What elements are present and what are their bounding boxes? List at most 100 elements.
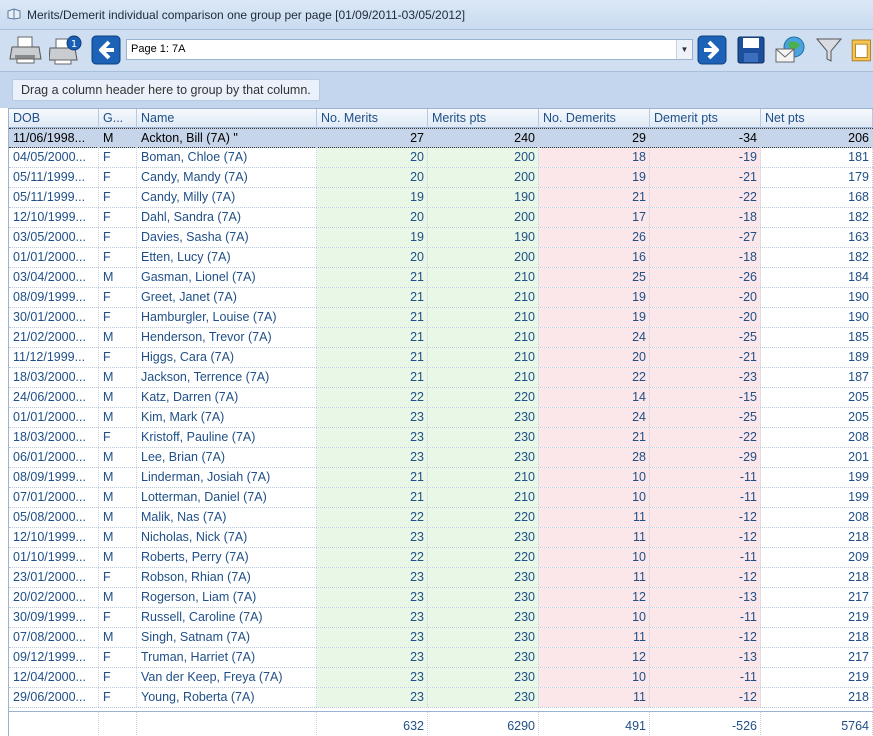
print-single-button[interactable]: 1: [48, 33, 84, 67]
cell-gender[interactable]: M: [99, 328, 137, 347]
cell-gender[interactable]: M: [99, 268, 137, 287]
cell-dob[interactable]: 24/06/2000...: [9, 388, 99, 407]
cell-gender[interactable]: M: [99, 548, 137, 567]
cell-dob[interactable]: 01/01/2000...: [9, 408, 99, 427]
cell-gender[interactable]: F: [99, 348, 137, 367]
cell-no-merits[interactable]: 19: [317, 188, 428, 207]
cell-net-pts[interactable]: 217: [761, 648, 873, 667]
cell-no-demerits[interactable]: 10: [539, 488, 650, 507]
cell-net-pts[interactable]: 190: [761, 288, 873, 307]
cell-demerit-pts[interactable]: -22: [650, 188, 761, 207]
cell-no-merits[interactable]: 22: [317, 548, 428, 567]
cell-merits-pts[interactable]: 200: [428, 148, 539, 167]
cell-no-demerits[interactable]: 11: [539, 628, 650, 647]
cell-net-pts[interactable]: 206: [761, 129, 873, 148]
cell-demerit-pts[interactable]: -34: [650, 129, 761, 148]
cell-no-merits[interactable]: 22: [317, 508, 428, 527]
cell-merits-pts[interactable]: 210: [428, 468, 539, 487]
cell-dob[interactable]: 03/04/2000...: [9, 268, 99, 287]
cell-net-pts[interactable]: 218: [761, 628, 873, 647]
cell-gender[interactable]: F: [99, 648, 137, 667]
cell-net-pts[interactable]: 190: [761, 308, 873, 327]
cell-dob[interactable]: 06/01/2000...: [9, 448, 99, 467]
cell-gender[interactable]: F: [99, 688, 137, 707]
cell-demerit-pts[interactable]: -19: [650, 148, 761, 167]
cell-gender[interactable]: M: [99, 468, 137, 487]
cell-gender[interactable]: M: [99, 408, 137, 427]
cell-no-demerits[interactable]: 19: [539, 288, 650, 307]
cell-merits-pts[interactable]: 210: [428, 348, 539, 367]
cell-no-demerits[interactable]: 19: [539, 168, 650, 187]
cell-merits-pts[interactable]: 230: [428, 528, 539, 547]
cell-no-demerits[interactable]: 22: [539, 368, 650, 387]
cell-name[interactable]: Jackson, Terrence (7A): [137, 368, 317, 387]
cell-net-pts[interactable]: 205: [761, 408, 873, 427]
cell-no-demerits[interactable]: 12: [539, 588, 650, 607]
table-row[interactable]: 08/09/1999... F Greet, Janet (7A) 21 210 19 -2…: [9, 288, 873, 308]
print-button[interactable]: [8, 33, 44, 67]
cell-dob[interactable]: 05/11/1999...: [9, 168, 99, 187]
cell-demerit-pts[interactable]: -12: [650, 688, 761, 707]
table-row[interactable]: 03/04/2000... M Gasman, Lionel (7A) 21 210 25…: [9, 268, 873, 288]
cell-merits-pts[interactable]: 210: [428, 328, 539, 347]
cell-no-merits[interactable]: 21: [317, 268, 428, 287]
cell-name[interactable]: Kristoff, Pauline (7A): [137, 428, 317, 447]
cell-dob[interactable]: 20/02/2000...: [9, 588, 99, 607]
cell-net-pts[interactable]: 208: [761, 428, 873, 447]
cell-merits-pts[interactable]: 220: [428, 508, 539, 527]
column-header-no-merits[interactable]: No. Merits: [317, 109, 428, 128]
cell-gender[interactable]: F: [99, 228, 137, 247]
cell-no-merits[interactable]: 20: [317, 208, 428, 227]
cell-dob[interactable]: 11/12/1999...: [9, 348, 99, 367]
cell-dob[interactable]: 08/09/1999...: [9, 288, 99, 307]
cell-gender[interactable]: F: [99, 168, 137, 187]
cell-demerit-pts[interactable]: -13: [650, 648, 761, 667]
cell-demerit-pts[interactable]: -26: [650, 268, 761, 287]
table-row[interactable]: 05/11/1999... F Candy, Milly (7A) 19 190 21 -2…: [9, 188, 873, 208]
cell-net-pts[interactable]: 219: [761, 608, 873, 627]
cell-no-merits[interactable]: 23: [317, 428, 428, 447]
cell-no-demerits[interactable]: 11: [539, 528, 650, 547]
column-header-no-demerits[interactable]: No. Demerits: [539, 109, 650, 128]
cell-name[interactable]: Lee, Brian (7A): [137, 448, 317, 467]
cell-demerit-pts[interactable]: -21: [650, 348, 761, 367]
cell-no-demerits[interactable]: 25: [539, 268, 650, 287]
export-button[interactable]: [848, 33, 873, 67]
table-row[interactable]: 06/01/2000... M Lee, Brian (7A) 23 230 28 -29 2…: [9, 448, 873, 468]
cell-merits-pts[interactable]: 210: [428, 268, 539, 287]
cell-no-merits[interactable]: 27: [317, 129, 428, 148]
table-row[interactable]: 07/08/2000... M Singh, Satnam (7A) 23 230 11-…: [9, 628, 873, 648]
cell-demerit-pts[interactable]: -11: [650, 548, 761, 567]
cell-dob[interactable]: 30/09/1999...: [9, 608, 99, 627]
cell-net-pts[interactable]: 218: [761, 568, 873, 587]
cell-gender[interactable]: F: [99, 188, 137, 207]
table-row[interactable]: 18/03/2000... F Kristoff, Pauline (7A) 23 23…: [9, 428, 873, 448]
cell-merits-pts[interactable]: 220: [428, 548, 539, 567]
cell-no-demerits[interactable]: 12: [539, 648, 650, 667]
cell-name[interactable]: Rogerson, Liam (7A): [137, 588, 317, 607]
next-page-button[interactable]: [694, 33, 730, 67]
cell-no-demerits[interactable]: 26: [539, 228, 650, 247]
cell-merits-pts[interactable]: 230: [428, 628, 539, 647]
cell-demerit-pts[interactable]: -25: [650, 408, 761, 427]
column-header-dob[interactable]: DOB: [9, 109, 99, 128]
cell-dob[interactable]: 23/01/2000...: [9, 568, 99, 587]
cell-no-demerits[interactable]: 28: [539, 448, 650, 467]
save-button[interactable]: [733, 33, 769, 67]
cell-demerit-pts[interactable]: -18: [650, 208, 761, 227]
cell-net-pts[interactable]: 189: [761, 348, 873, 367]
cell-demerit-pts[interactable]: -12: [650, 628, 761, 647]
cell-no-demerits[interactable]: 21: [539, 188, 650, 207]
cell-demerit-pts[interactable]: -27: [650, 228, 761, 247]
cell-dob[interactable]: 18/03/2000...: [9, 428, 99, 447]
cell-demerit-pts[interactable]: -21: [650, 168, 761, 187]
table-row[interactable]: 01/01/2000... M Kim, Mark (7A) 23 230 24 -25 20…: [9, 408, 873, 428]
cell-no-demerits[interactable]: 11: [539, 688, 650, 707]
cell-no-demerits[interactable]: 24: [539, 328, 650, 347]
cell-merits-pts[interactable]: 240: [428, 129, 539, 148]
cell-demerit-pts[interactable]: -22: [650, 428, 761, 447]
table-row[interactable]: 05/11/1999... F Candy, Mandy (7A) 20 200 19 -2…: [9, 168, 873, 188]
cell-gender[interactable]: M: [99, 388, 137, 407]
cell-gender[interactable]: F: [99, 308, 137, 327]
cell-net-pts[interactable]: 208: [761, 508, 873, 527]
